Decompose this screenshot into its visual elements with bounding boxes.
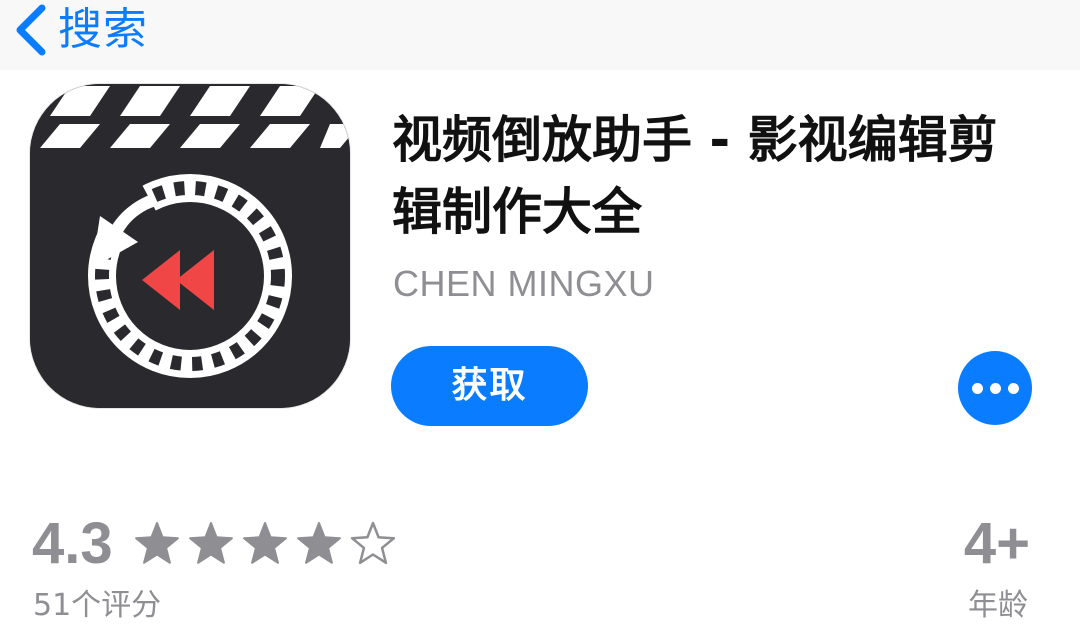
star-empty-icon (350, 521, 396, 565)
back-button[interactable]: 搜索 (8, 0, 148, 60)
video-reverse-app-icon (30, 84, 350, 408)
navigation-bar: 搜索 (0, 0, 1080, 70)
app-title: 视频倒放助手 - 影视编辑剪辑制作大全 (392, 111, 998, 241)
star-filled-icon (297, 522, 341, 564)
app-icon (30, 84, 350, 408)
star-filled-icon (189, 522, 233, 564)
chevron-left-icon (16, 4, 46, 56)
more-dot-icon (971, 382, 983, 394)
more-dot-icon (989, 382, 1001, 394)
get-button[interactable]: 获取 (391, 346, 588, 426)
more-dot-icon (1007, 382, 1019, 394)
age-rating-label: 年龄 (968, 588, 1028, 623)
rating-count: 51个评分 (33, 588, 162, 623)
developer-name[interactable]: CHEN MINGXU (393, 262, 655, 306)
age-rating-value: 4+ (963, 511, 1030, 576)
back-label: 搜索 (58, 4, 148, 55)
star-filled-icon (135, 522, 179, 564)
rating-stars (134, 521, 396, 567)
rating-value: 4.3 (32, 511, 113, 576)
more-options-button[interactable] (958, 351, 1032, 425)
star-filled-icon (243, 522, 287, 564)
